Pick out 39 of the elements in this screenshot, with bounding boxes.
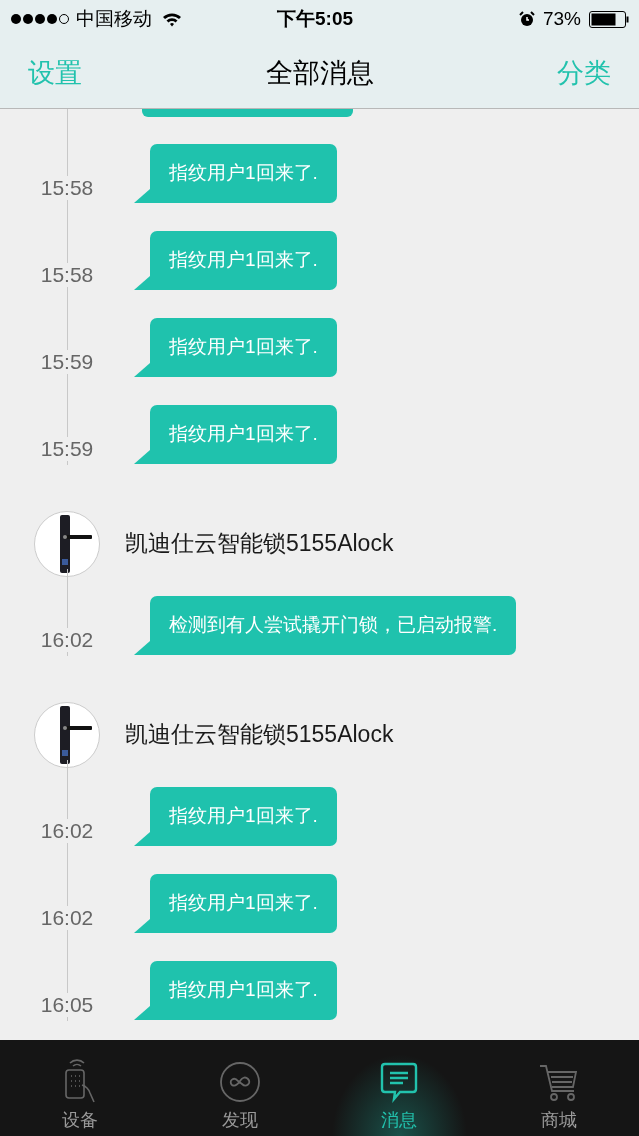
tab-bar-item[interactable]: 设备 [0,1040,160,1136]
device-name: 凯迪仕云智能锁5155Alock [125,529,394,559]
message-time: 16:02 [40,819,94,843]
bubble-tail [134,363,150,377]
battery-icon [589,10,629,28]
bubble-tail [134,450,150,464]
device-name: 凯迪仕云智能锁5155Alock [125,720,394,750]
message-time: 15:59 [40,437,94,461]
message-time: 16:05 [40,993,94,1017]
bubble-tail [134,641,150,655]
chat-bubble: 指纹用户1回来了. [150,874,337,933]
chat-bubble: 指纹用户1回来了. [150,144,337,203]
chat-bubble: 指纹用户1回来了. [150,961,337,1020]
bubble-tail [134,189,150,203]
signal-strength-icon [10,13,70,25]
chat-icon [379,1061,420,1103]
chat-bubble: 检测到有人尝试撬开门锁，已启动报警. [150,596,517,655]
message-time: 16:02 [40,628,94,652]
battery-percent: 73% [542,6,581,31]
chat-bubble: 指纹用户1回来了. [150,318,337,377]
message-time: 15:58 [40,263,94,287]
chat-bubble: 指纹用户1回来了. [150,787,337,846]
tab-bar-item[interactable]: 商城 [479,1040,639,1136]
bubble-tail [134,276,150,290]
bubble-tail [134,832,150,846]
page-title: 全部消息 [265,56,374,90]
tab-bar-item[interactable]: 发现 [159,1040,320,1136]
bubble-tail [134,919,150,933]
status-time: 下午5:05 [277,6,354,31]
message-time: 15:58 [40,176,94,200]
bubble-tail [134,1006,150,1020]
infinity-circle-icon [218,1061,261,1103]
alarm-clock-icon [518,11,535,27]
chat-bubble: 指纹用户1回来了. [150,405,337,464]
chat-bubble: 指纹用户1回来了. [150,231,337,290]
message-time: 15:59 [40,350,94,374]
wifi-icon [162,11,182,27]
carrier-name: 中国移动 [76,6,152,31]
message-time: 16:02 [40,906,94,930]
